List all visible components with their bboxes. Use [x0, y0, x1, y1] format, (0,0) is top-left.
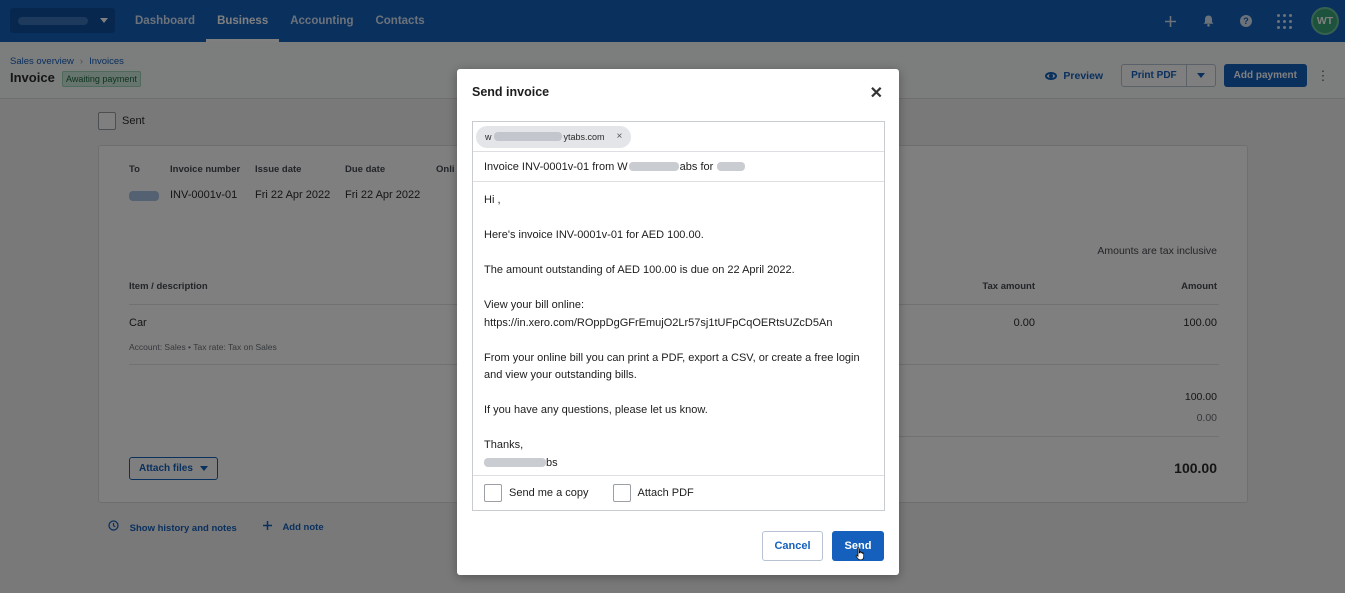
- subject-mid: abs for: [679, 160, 714, 173]
- body-line: and view your outstanding bills.: [484, 369, 637, 381]
- attach-pdf-checkbox[interactable]: [612, 484, 631, 502]
- email-composer: w ytabs.com × Invoice INV-0001v-01 from …: [472, 121, 885, 511]
- recipient-chip: w ytabs.com ×: [476, 125, 632, 148]
- sign-off: Thanks,: [484, 439, 524, 451]
- invoice-url: https://in.xero.com/ROppDgGFrEmujO2Lr57s…: [484, 316, 833, 329]
- message-body[interactable]: Hi , Here's invoice INV-0001v-01 for AED…: [484, 192, 874, 472]
- dialog-title: Send invoice: [472, 85, 550, 99]
- subject-field[interactable]: Invoice INV-0001v-01 from W abs for: [473, 152, 884, 182]
- attach-pdf-label: Attach PDF: [637, 487, 694, 499]
- send-copy-checkbox[interactable]: [484, 484, 502, 502]
- close-icon[interactable]: ✕: [870, 83, 883, 103]
- recipient-prefix: w: [485, 131, 492, 142]
- view-online-label: View your bill online:: [484, 299, 585, 311]
- hand-cursor-icon: [855, 547, 865, 561]
- redacted-text: [717, 162, 746, 171]
- cancel-button[interactable]: Cancel: [762, 531, 823, 561]
- remove-recipient-icon[interactable]: ×: [617, 131, 623, 142]
- greeting: Hi ,: [484, 194, 501, 206]
- redacted-text: [628, 162, 679, 171]
- redacted-text: [493, 132, 562, 141]
- email-options: Send me a copy Attach PDF: [473, 475, 884, 510]
- recipients-field[interactable]: w ytabs.com ×: [473, 122, 884, 152]
- body-line: If you have any questions, please let us…: [484, 404, 708, 416]
- body-line: Here's invoice INV-0001v-01 for AED 100.…: [484, 229, 704, 241]
- send-invoice-dialog: Send invoice ✕ w ytabs.com × Invoice INV…: [457, 69, 899, 575]
- body-line: From your online bill you can print a PD…: [484, 351, 860, 364]
- send-copy-label: Send me a copy: [509, 487, 589, 499]
- signature-suffix: bs: [546, 456, 558, 469]
- body-line: The amount outstanding of AED 100.00 is …: [484, 264, 795, 276]
- redacted-text: [484, 458, 546, 468]
- recipient-domain: ytabs.com: [563, 131, 605, 142]
- subject-prefix: Invoice INV-0001v-01 from W: [484, 160, 628, 173]
